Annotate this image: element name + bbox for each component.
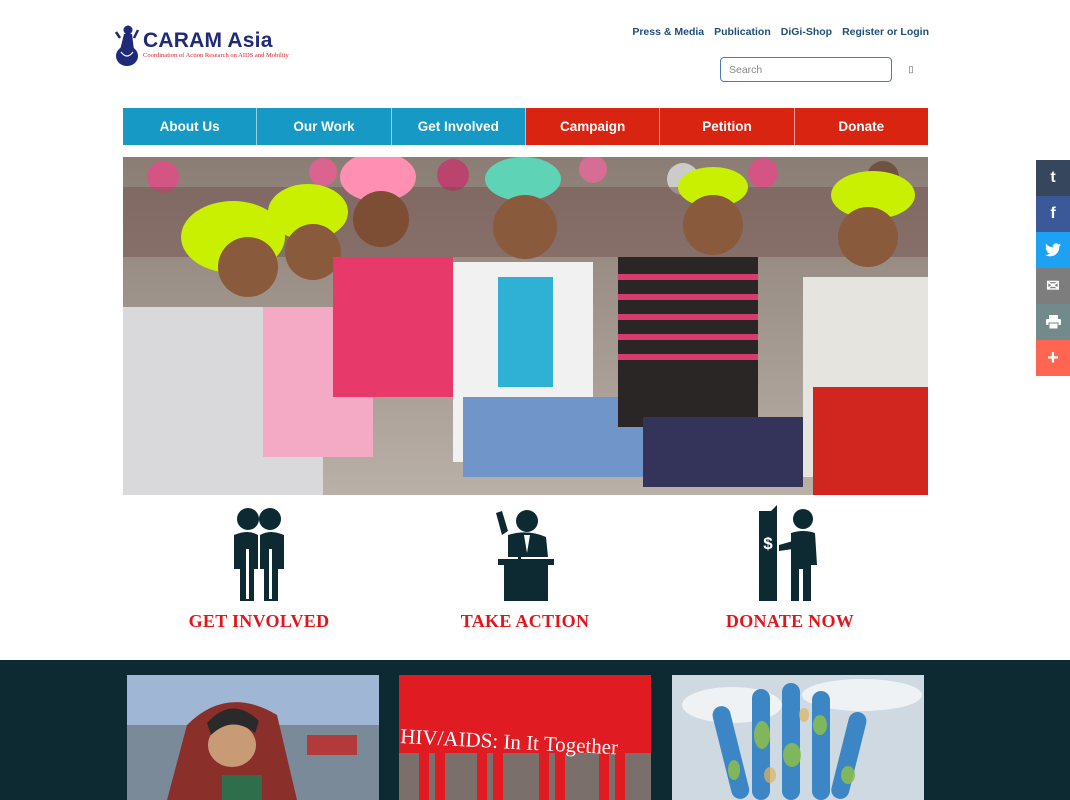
social-share-bar: t f ✉ + — [1036, 160, 1070, 376]
link-publication[interactable]: Publication — [714, 26, 771, 38]
action-get-involved[interactable]: GET INVOLVED — [159, 505, 359, 632]
donate-atm-icon: $ — [759, 505, 817, 601]
card-photo-painted-hands[interactable] — [672, 675, 924, 800]
people-icon — [234, 508, 284, 601]
twitter-icon[interactable] — [1036, 232, 1070, 268]
facebook-icon[interactable]: f — [1036, 196, 1070, 232]
page: CARAM Asia Coordination of Action Resear… — [0, 0, 1070, 800]
action-take-action[interactable]: TAKE ACTION — [425, 505, 625, 632]
logo-figure-icon — [114, 25, 140, 66]
action-label-take-action: TAKE ACTION — [460, 611, 590, 631]
nav-donate[interactable]: Donate — [794, 108, 928, 145]
search-input[interactable] — [720, 57, 892, 82]
link-register-login[interactable]: Register or Login — [842, 26, 929, 38]
action-donate-now[interactable]: $ DONATE NOW — [690, 505, 890, 632]
more-share-icon[interactable]: + — [1036, 340, 1070, 376]
nav-campaign[interactable]: Campaign — [525, 108, 661, 145]
top-links: Press & Media Publication DiGi-Shop Regi… — [632, 26, 929, 38]
tumblr-icon[interactable]: t — [1036, 160, 1070, 196]
speaker-podium-icon — [496, 510, 554, 601]
nav-about-us[interactable]: About Us — [123, 108, 258, 145]
card-photo-man-blanket[interactable] — [127, 675, 379, 800]
nav-get-involved[interactable]: Get Involved — [391, 108, 526, 145]
svg-text:$: $ — [763, 534, 773, 553]
hero-photo — [123, 157, 928, 495]
search-icon[interactable]: ▯ — [905, 62, 917, 76]
action-label-get-involved: GET INVOLVED — [188, 611, 330, 631]
link-press-media[interactable]: Press & Media — [632, 26, 704, 38]
card-hiv-banner[interactable]: HIV/AIDS: In It Together — [399, 675, 651, 800]
site-logo[interactable]: CARAM Asia Coordination of Action Resear… — [114, 22, 304, 68]
logo-title: CARAM Asia — [143, 29, 273, 52]
logo-subtitle: Coordination of Action Research on AIDS … — [143, 52, 289, 59]
link-digi-shop[interactable]: DiGi-Shop — [781, 26, 832, 38]
email-icon[interactable]: ✉ — [1036, 268, 1070, 304]
action-label-donate-now: DONATE NOW — [725, 611, 855, 631]
main-nav: About Us Our Work Get Involved Campaign … — [123, 108, 928, 145]
nav-petition[interactable]: Petition — [660, 108, 795, 145]
print-icon[interactable] — [1036, 304, 1070, 340]
nav-our-work[interactable]: Our Work — [257, 108, 392, 145]
